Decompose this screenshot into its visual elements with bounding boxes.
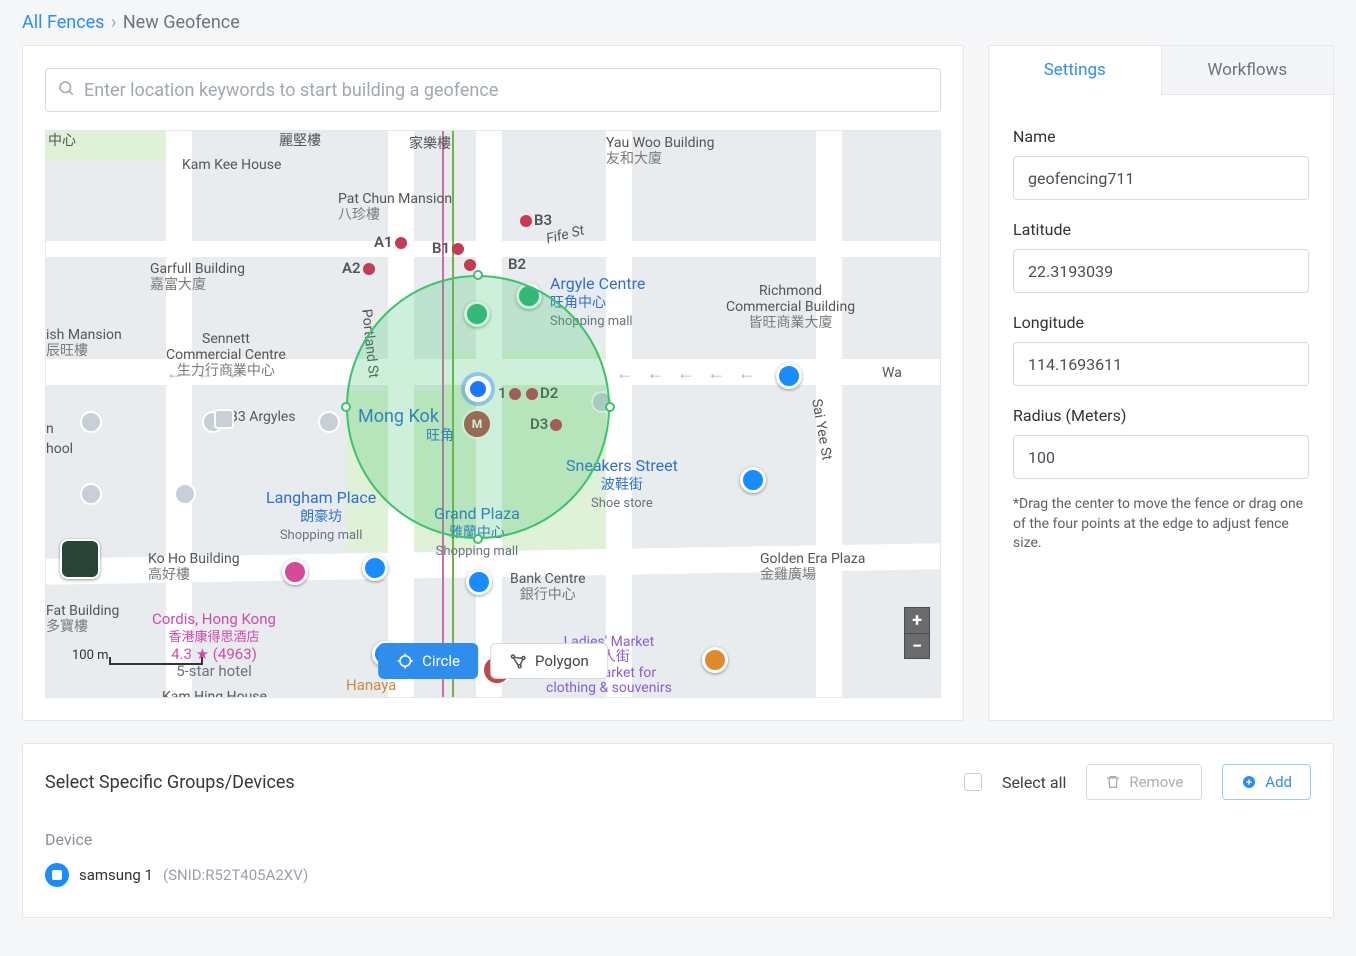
busstop-icon — [80, 411, 102, 433]
shape-polygon-label: Polygon — [535, 652, 589, 670]
map-scale: 100 m — [62, 648, 203, 665]
select-all-label: Select all — [1002, 773, 1066, 792]
map-label: Garfull Building嘉富大廈 — [150, 261, 245, 293]
map-label: 麗堅樓 — [279, 133, 321, 149]
map-panel: ← ← ← ← ← ← ← ← 中心 麗堅樓 家樂樓 Yau Woo Build… — [22, 45, 964, 721]
radius-label: Radius (Meters) — [1013, 406, 1309, 425]
geofence-handle-right[interactable] — [605, 402, 615, 412]
device-icon — [45, 863, 69, 887]
map-label: n — [46, 421, 54, 437]
select-all-checkbox[interactable] — [964, 773, 982, 791]
shape-circle-label: Circle — [422, 652, 460, 670]
breadcrumb-parent-link[interactable]: All Fences — [22, 12, 104, 33]
map-pin[interactable] — [362, 555, 388, 581]
map-label: Wa — [882, 365, 902, 381]
chevron-right-icon: › — [111, 12, 116, 33]
map-label: Pat Chun Mansion八珍樓 — [338, 191, 452, 223]
map-label: Richmond Commercial Building皆旺商業大廈 — [726, 283, 855, 331]
plus-circle-icon — [1241, 774, 1257, 790]
name-label: Name — [1013, 127, 1309, 146]
road-direction-arrows: ← ← ← ← ← — [616, 363, 760, 384]
map-poi-label: Langham Place朗豪坊Shopping mall — [266, 489, 376, 543]
map-label: Fat Building多寶樓 — [46, 603, 119, 635]
map-pin-food[interactable] — [702, 647, 728, 673]
map-label: Kam Kee House — [182, 157, 281, 173]
shape-polygon-button[interactable]: Polygon — [490, 643, 608, 679]
polygon-icon — [509, 652, 527, 670]
map-pin[interactable] — [466, 569, 492, 595]
map-label: hool — [46, 441, 73, 457]
radius-field[interactable] — [1013, 435, 1309, 479]
busstop-icon — [174, 483, 196, 505]
grid-marker: B1 — [432, 239, 466, 257]
map-label: Sennett Commercial Centre生力行商業中心 — [166, 331, 286, 379]
drag-hint: *Drag the center to move the fence or dr… — [1013, 495, 1309, 554]
map-canvas[interactable]: ← ← ← ← ← ← ← ← 中心 麗堅樓 家樂樓 Yau Woo Build… — [45, 130, 941, 698]
map-poi-label: Hanaya — [346, 677, 396, 694]
latitude-label: Latitude — [1013, 220, 1309, 239]
devices-section-label: Device — [45, 830, 1311, 849]
geofence-handle-top[interactable] — [473, 270, 483, 280]
device-name: samsung 1 — [79, 866, 153, 884]
remove-button[interactable]: Remove — [1086, 764, 1202, 800]
map-pin[interactable] — [776, 363, 802, 389]
geofence-handle-bottom[interactable] — [473, 534, 483, 544]
zoom-out-button[interactable]: − — [904, 633, 930, 659]
name-field[interactable] — [1013, 156, 1309, 200]
grid-marker: B3 — [518, 211, 552, 229]
map-label: Ko Ho Building高好樓 — [148, 551, 240, 583]
grid-marker: B2 — [508, 255, 526, 273]
zoom-in-button[interactable]: + — [904, 607, 930, 633]
device-snid: (SNID:R52T405A2XV) — [163, 866, 308, 884]
geofence-circle[interactable] — [346, 275, 610, 539]
longitude-label: Longitude — [1013, 313, 1309, 332]
breadcrumb: All Fences › New Geofence — [0, 0, 1356, 45]
map-label: Bank Centre銀行中心 — [510, 571, 586, 603]
map-label: Kam Hing House — [162, 689, 267, 698]
map-pin[interactable] — [740, 467, 766, 493]
map-label: 家樂樓 — [409, 136, 451, 152]
search-icon — [57, 79, 75, 101]
devices-title: Select Specific Groups/Devices — [45, 772, 295, 793]
latitude-field[interactable] — [1013, 249, 1309, 293]
target-icon — [396, 652, 414, 670]
map-pin-hotel[interactable] — [282, 559, 308, 585]
map-label: Yau Woo Building友和大廈 — [606, 135, 715, 167]
settings-panel: Settings Workflows Name Latitude Longitu… — [988, 45, 1334, 721]
geofence-handle-left[interactable] — [341, 402, 351, 412]
parking-icon — [214, 409, 234, 429]
map-poi-label: Cordis, Hong Kong香港康得思酒店4.3 ★ (4963)5-st… — [152, 611, 276, 681]
grid-marker: A2 — [342, 259, 377, 277]
geofence-center[interactable] — [465, 376, 491, 402]
map-label: Golden Era Plaza金雞廣場 — [760, 551, 865, 583]
map-label: 中心 — [48, 133, 76, 149]
busstop-icon — [318, 411, 340, 433]
device-row[interactable]: samsung 1 (SNID:R52T405A2XV) — [45, 863, 1311, 887]
longitude-field[interactable] — [1013, 342, 1309, 386]
map-label: 33 Argyles — [230, 409, 296, 425]
tab-workflows[interactable]: Workflows — [1161, 46, 1334, 95]
add-button[interactable]: Add — [1222, 764, 1311, 800]
breadcrumb-current: New Geofence — [123, 12, 240, 33]
map-label: ish Mansion辰旺樓 — [46, 327, 122, 359]
grid-marker: A1 — [374, 233, 409, 251]
busstop-icon — [80, 483, 102, 505]
devices-panel: Select Specific Groups/Devices Select al… — [22, 743, 1334, 918]
tab-settings[interactable]: Settings — [989, 46, 1161, 95]
map-layer-toggle[interactable] — [60, 539, 100, 579]
shape-circle-button[interactable]: Circle — [378, 643, 478, 679]
location-search-input[interactable] — [45, 68, 941, 112]
trash-icon — [1105, 774, 1121, 790]
